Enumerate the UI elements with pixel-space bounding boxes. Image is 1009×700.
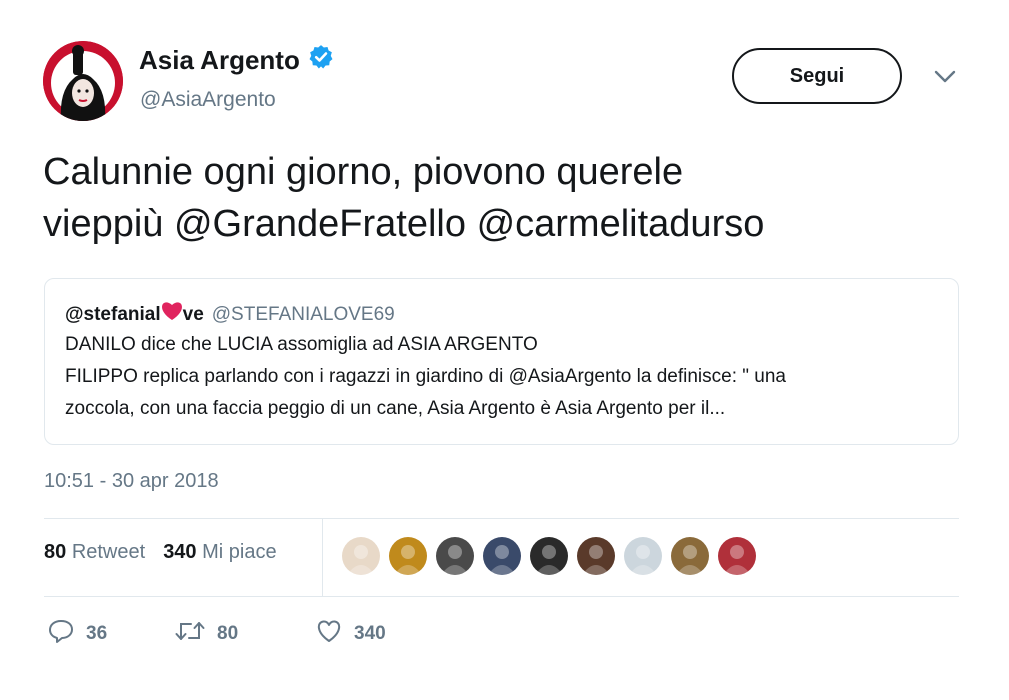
quoted-name-part: @stefanial xyxy=(65,304,161,325)
liker-avatar[interactable] xyxy=(483,537,521,575)
retweet-button[interactable]: 80 xyxy=(175,619,316,649)
reply-icon xyxy=(48,619,74,649)
quoted-name-part: ve xyxy=(182,304,204,325)
avatar[interactable] xyxy=(43,41,123,121)
liker-avatar[interactable] xyxy=(624,537,662,575)
reply-button[interactable]: 36 xyxy=(48,619,175,649)
like-stat-label: Mi piace xyxy=(202,541,277,563)
like-stat[interactable]: 340 Mi piace xyxy=(163,541,276,564)
quoted-text-line: FILIPPO replica parlando con i ragazzi i… xyxy=(65,366,786,387)
verified-badge-icon xyxy=(308,44,334,77)
liker-avatar[interactable] xyxy=(530,537,568,575)
quoted-author-handle[interactable]: @STEFANIALOVE69 xyxy=(212,302,395,328)
liker-avatar[interactable] xyxy=(671,537,709,575)
author-name[interactable]: Asia Argento xyxy=(139,45,300,76)
tweet-text: Calunnie ogni giorno, piovono querele vi… xyxy=(43,146,943,250)
liker-avatars xyxy=(342,537,756,575)
timestamp[interactable]: 10:51 - 30 apr 2018 xyxy=(44,470,219,493)
action-bar: 36 80 340 xyxy=(48,619,386,649)
divider xyxy=(44,518,959,519)
retweet-icon xyxy=(175,620,205,648)
engagement-stats: 80 Retweet 340 Mi piace xyxy=(44,541,277,564)
retweet-stat-count: 80 xyxy=(44,541,67,563)
tweet-line: Calunnie ogni giorno, piovono querele xyxy=(43,151,684,193)
follow-button[interactable]: Segui xyxy=(732,48,902,104)
like-stat-count: 340 xyxy=(163,541,197,563)
liker-avatar[interactable] xyxy=(718,537,756,575)
quoted-header: @stefanial ve @STEFANIALOVE69 xyxy=(65,301,938,329)
quoted-text-line: DANILO dice che LUCIA assomiglia ad ASIA… xyxy=(65,334,538,355)
retweet-count: 80 xyxy=(217,623,239,644)
liker-avatar[interactable] xyxy=(436,537,474,575)
liker-avatar[interactable] xyxy=(342,537,380,575)
divider xyxy=(44,596,959,597)
author-name-row[interactable]: Asia Argento xyxy=(139,44,334,77)
reply-count: 36 xyxy=(86,623,108,644)
heart-icon xyxy=(316,619,342,649)
stats-separator xyxy=(322,519,323,596)
retweet-stat[interactable]: 80 Retweet xyxy=(44,541,145,564)
quoted-author-name[interactable]: @stefanial ve xyxy=(65,301,204,329)
heart-emoji-icon xyxy=(161,301,183,329)
chevron-down-icon[interactable] xyxy=(934,70,956,89)
liker-avatar[interactable] xyxy=(577,537,615,575)
quoted-tweet[interactable]: @stefanial ve @STEFANIALOVE69 DANILO dic… xyxy=(44,278,959,445)
like-button[interactable]: 340 xyxy=(316,619,386,649)
quoted-text-line: zoccola, con una faccia peggio di un can… xyxy=(65,398,726,419)
tweet-line: vieppiù @GrandeFratello @carmelitadurso xyxy=(43,203,765,245)
author-handle[interactable]: @AsiaArgento xyxy=(140,88,276,112)
liker-avatar[interactable] xyxy=(389,537,427,575)
retweet-stat-label: Retweet xyxy=(71,541,146,563)
like-count: 340 xyxy=(354,623,386,644)
